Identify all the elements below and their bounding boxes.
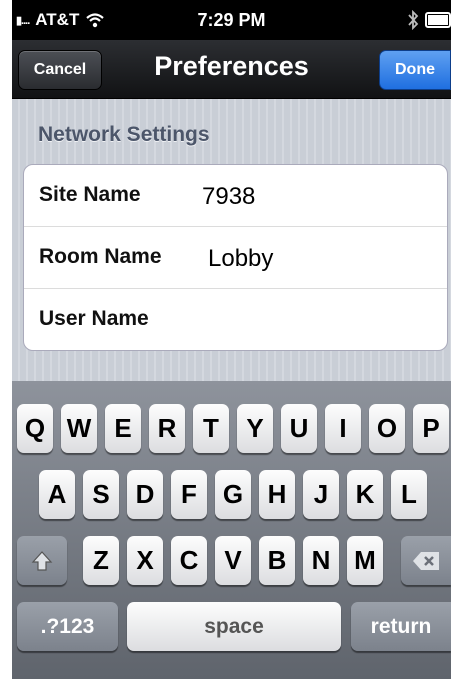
shift-arrow-icon: [31, 550, 53, 571]
key-h[interactable]: H: [259, 470, 295, 519]
site-name-field[interactable]: 7938: [202, 183, 255, 211]
bluetooth-icon: [408, 10, 419, 30]
key-a[interactable]: A: [39, 470, 75, 519]
navigation-bar: Cancel Preferences Done: [12, 40, 451, 99]
key-g[interactable]: G: [215, 470, 251, 519]
key-o[interactable]: O: [369, 404, 405, 453]
site-name-label: Site Name: [39, 183, 141, 206]
section-title: Network Settings: [38, 123, 210, 146]
key-u[interactable]: U: [281, 404, 317, 453]
key-b[interactable]: B: [259, 536, 295, 585]
keyboard: Q W E R T Y U I O P A S D F G H J K L Z …: [12, 381, 451, 679]
clock: 7:29 PM: [197, 10, 266, 30]
space-key[interactable]: space: [127, 602, 341, 651]
key-j[interactable]: J: [303, 470, 339, 519]
shift-key[interactable]: [17, 536, 67, 585]
key-c[interactable]: C: [171, 536, 207, 585]
done-button[interactable]: Done: [379, 50, 451, 90]
user-name-label: User Name: [39, 307, 149, 330]
key-n[interactable]: N: [303, 536, 339, 585]
site-name-row[interactable]: Site Name 7938: [24, 165, 447, 227]
key-q[interactable]: Q: [17, 404, 53, 453]
status-right: [407, 10, 451, 30]
delete-key[interactable]: [401, 536, 451, 585]
key-t[interactable]: T: [193, 404, 229, 453]
settings-group: Site Name 7938 Room Name Lobby User Name: [23, 164, 448, 351]
key-y[interactable]: Y: [237, 404, 273, 453]
settings-content: Network Settings Site Name 7938 Room Nam…: [12, 99, 451, 381]
key-s[interactable]: S: [83, 470, 119, 519]
backspace-icon: [413, 551, 439, 570]
phone-screen: ▮.... AT&T 7:29 PM Cancel Preferences Do…: [12, 0, 451, 679]
key-l[interactable]: L: [391, 470, 427, 519]
key-e[interactable]: E: [105, 404, 141, 453]
numbers-key[interactable]: .?123: [17, 602, 118, 651]
key-z[interactable]: Z: [83, 536, 119, 585]
room-name-field[interactable]: Lobby: [208, 245, 273, 273]
key-p[interactable]: P: [413, 404, 449, 453]
key-r[interactable]: R: [149, 404, 185, 453]
key-w[interactable]: W: [61, 404, 97, 453]
key-f[interactable]: F: [171, 470, 207, 519]
room-name-label: Room Name: [39, 245, 162, 268]
battery-icon: [425, 12, 451, 28]
return-key[interactable]: return: [351, 602, 451, 651]
user-name-row[interactable]: User Name: [24, 289, 447, 350]
key-d[interactable]: D: [127, 470, 163, 519]
key-k[interactable]: K: [347, 470, 383, 519]
key-m[interactable]: M: [347, 536, 383, 585]
room-name-row[interactable]: Room Name Lobby: [24, 227, 447, 289]
key-v[interactable]: V: [215, 536, 251, 585]
key-x[interactable]: X: [127, 536, 163, 585]
key-i[interactable]: I: [325, 404, 361, 453]
status-bar: ▮.... AT&T 7:29 PM: [12, 0, 451, 40]
